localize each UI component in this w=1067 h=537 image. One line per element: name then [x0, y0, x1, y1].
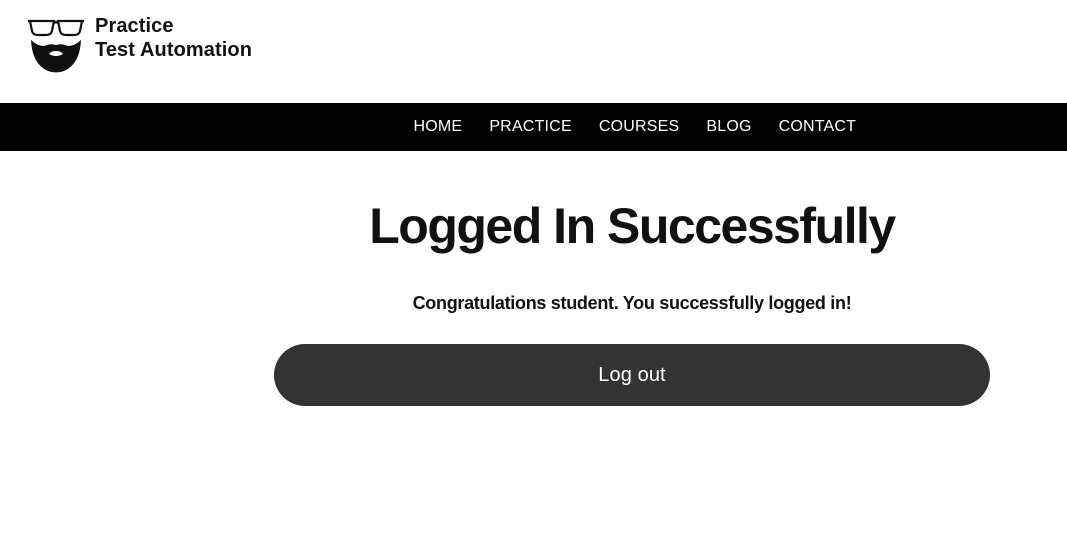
- page: Practice Test Automation HOME PRACTICE C…: [0, 0, 1067, 537]
- logo-line-1: Practice: [95, 15, 174, 37]
- nav-item-blog: BLOG: [693, 103, 765, 151]
- nav-link-blog[interactable]: BLOG: [693, 103, 765, 151]
- logo-text: Practice Test Automation: [95, 14, 252, 62]
- nav-item-practice: PRACTICE: [476, 103, 586, 151]
- success-message: Congratulations student. You successfull…: [412, 293, 852, 313]
- nav-item-home: HOME: [400, 103, 476, 151]
- site-logo-link[interactable]: Practice Test Automation: [28, 14, 268, 76]
- logo-line-2: Test Automation: [95, 39, 253, 61]
- nav-link-contact[interactable]: CONTACT: [765, 103, 870, 151]
- nav-list: HOME PRACTICE COURSES BLOG CONTACT: [400, 103, 870, 151]
- nav-link-courses[interactable]: COURSES: [585, 103, 693, 151]
- site-header: Practice Test Automation: [0, 0, 1067, 103]
- nav-link-practice[interactable]: PRACTICE: [476, 103, 586, 151]
- page-title: Logged In Successfully: [369, 198, 896, 254]
- nav-item-contact: CONTACT: [765, 103, 870, 151]
- main-nav: HOME PRACTICE COURSES BLOG CONTACT: [0, 103, 1067, 151]
- nav-link-home[interactable]: HOME: [400, 103, 476, 151]
- bearded-face-glasses-icon: [28, 19, 84, 73]
- nav-item-courses: COURSES: [585, 103, 693, 151]
- logout-button[interactable]: Log out: [274, 344, 990, 406]
